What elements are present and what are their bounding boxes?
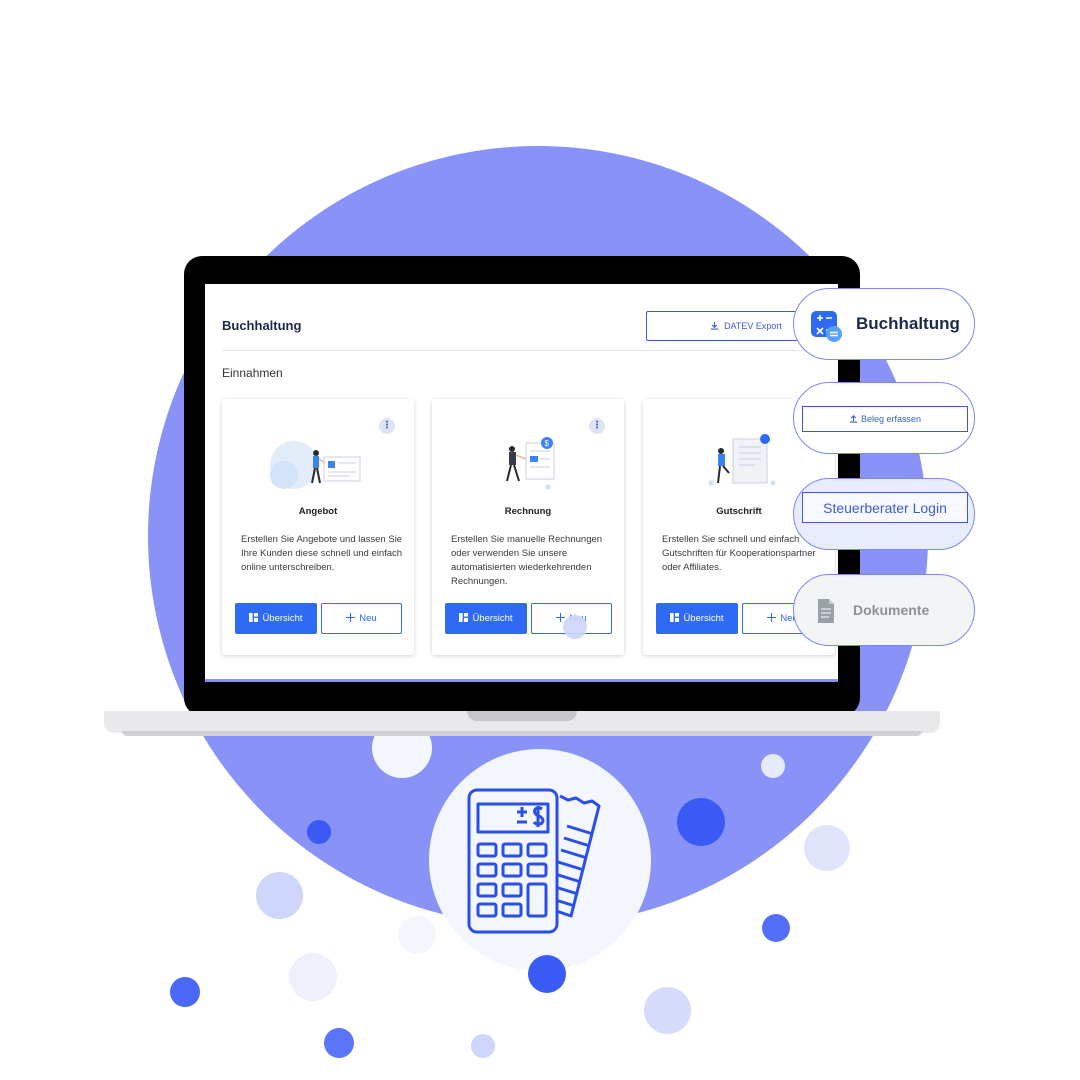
page-title: Buchhaltung (222, 318, 302, 333)
cursor-dot (563, 615, 587, 639)
svg-text:$: $ (545, 439, 550, 448)
overview-button[interactable]: Übersicht (656, 603, 738, 634)
dokumente-label: Dokumente (853, 602, 930, 618)
calculator-icon (809, 309, 843, 348)
gutschrift-illustration (708, 434, 776, 486)
pill-buchhaltung[interactable]: Buchhaltung (793, 288, 975, 360)
steuerberater-login-button[interactable]: Steuerberater Login (802, 492, 968, 523)
screen-bottom-line (205, 679, 838, 682)
angebot-illustration (270, 441, 361, 489)
plus-icon (767, 612, 777, 625)
overview-button[interactable]: Übersicht (445, 603, 527, 634)
grid-icon (249, 612, 259, 625)
overview-label: Übersicht (472, 613, 513, 624)
calculator-receipt-icon (467, 788, 601, 934)
overview-label: Übersicht (683, 613, 724, 624)
new-label: Neu (359, 613, 377, 624)
upload-icon (849, 414, 858, 425)
steuerberater-login-label: Steuerberater Login (823, 499, 947, 516)
decor-dot (398, 916, 436, 954)
app-screen: Buchhaltung DATEV Export Einnahmen ⋮ Ang… (205, 284, 838, 680)
grid-icon (670, 612, 680, 625)
decor-dot (256, 872, 303, 919)
card-title: Rechnung (504, 506, 552, 517)
header-divider (222, 350, 838, 351)
more-vertical-icon[interactable]: ⋮ (379, 418, 395, 434)
laptop-base-shadow (122, 731, 922, 736)
beleg-erfassen-button[interactable]: Beleg erfassen (802, 406, 968, 432)
card-rechnung: ⋮ $ Rechnung Erstellen Sie manuelle Rech… (432, 399, 624, 655)
decor-dot (324, 1028, 354, 1058)
document-icon (816, 598, 836, 629)
new-button[interactable]: Neu (321, 603, 402, 634)
card-description: Erstellen Sie schnell und einfach Gutsch… (662, 534, 816, 573)
rechnung-illustration: $ (506, 437, 555, 490)
card-title: Angebot (298, 506, 338, 517)
card-description: Erstellen Sie Angebote und lassen Sie Ih… (241, 534, 403, 573)
decor-dot (677, 798, 725, 846)
decor-dot (804, 825, 850, 871)
grid-icon (459, 612, 469, 625)
plus-icon (346, 612, 356, 625)
decor-dot (471, 1034, 495, 1058)
card-angebot: ⋮ Angebot Erstellen Sie Angebote und las… (222, 399, 414, 655)
decor-dot (170, 977, 200, 1007)
section-title: Einnahmen (222, 366, 283, 380)
pill-steuerberater: Steuerberater Login (793, 478, 975, 550)
pill-beleg: Beleg erfassen (793, 382, 975, 454)
decor-dot (289, 953, 337, 1001)
overview-label: Übersicht (262, 613, 303, 624)
laptop-notch (467, 711, 577, 721)
beleg-erfassen-label: Beleg erfassen (860, 414, 922, 424)
pill-dokumente[interactable]: Dokumente (793, 574, 975, 646)
decor-dot (307, 820, 331, 844)
download-icon (710, 321, 719, 332)
card-description: Erstellen Sie manuelle Rechnungen oder v… (451, 534, 603, 587)
decor-dot (762, 914, 790, 942)
more-vertical-icon[interactable]: ⋮ (589, 418, 605, 434)
datev-export-label: DATEV Export (724, 321, 782, 331)
overview-button[interactable]: Übersicht (235, 603, 317, 634)
decor-dot (761, 754, 785, 778)
decor-dot (528, 955, 566, 993)
pill-buchhaltung-label: Buchhaltung (856, 314, 960, 333)
decor-dot (644, 987, 691, 1034)
